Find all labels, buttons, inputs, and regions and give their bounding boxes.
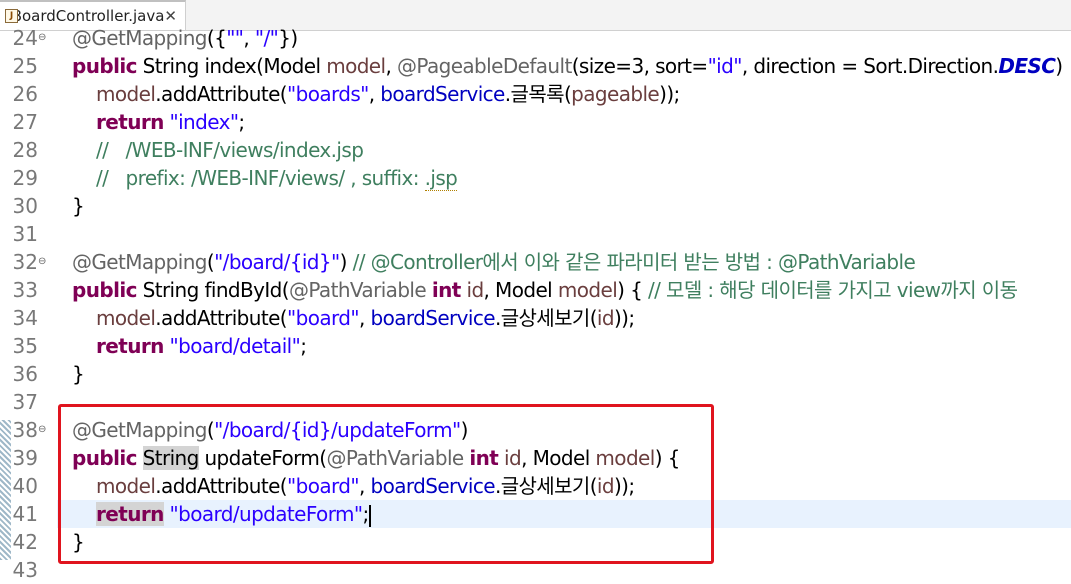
line-number: 31 xyxy=(12,222,38,246)
code-line: // prefix: /WEB-INF/views/ , suffix: .js… xyxy=(96,166,458,191)
code-line: @GetMapping({"", "/"}) xyxy=(72,26,298,50)
line-number: 28 xyxy=(12,138,38,162)
java-file-icon: J xyxy=(4,8,18,24)
line-number: 40 xyxy=(12,474,38,498)
line-number: 25 xyxy=(12,54,38,78)
close-icon[interactable]: ✕ xyxy=(164,7,177,25)
code-line: } xyxy=(72,194,85,218)
line-number: 41 xyxy=(12,502,38,526)
line-number: 39 xyxy=(12,446,38,470)
line-number: 38 xyxy=(12,418,38,442)
line-number: 42 xyxy=(12,530,38,554)
code-line: model.addAttribute("boards", boardServic… xyxy=(96,82,680,106)
code-line: public String findById(@PathVariable int… xyxy=(72,278,1018,302)
code-line: model.addAttribute("board", boardService… xyxy=(96,306,635,330)
line-number: 35 xyxy=(12,334,38,358)
code-line: // /WEB-INF/views/index.jsp xyxy=(96,138,364,162)
line-number: 29 xyxy=(12,166,38,190)
line-number: 43 xyxy=(12,558,38,582)
red-highlight-box xyxy=(58,404,714,564)
line-number: 32 xyxy=(12,250,38,274)
fold-icon[interactable]: ⊖ xyxy=(38,24,46,52)
line-number: 24 xyxy=(12,26,38,50)
line-number: 34 xyxy=(12,306,38,330)
fold-icon[interactable]: ⊖ xyxy=(38,248,46,276)
tab-title: BoardController.java xyxy=(11,7,165,25)
line-number: 36 xyxy=(12,362,38,386)
code-line: return "board/detail"; xyxy=(96,334,307,358)
code-line: } xyxy=(72,362,85,386)
line-number: 26 xyxy=(12,82,38,106)
code-line: public String index(Model model, @Pageab… xyxy=(72,54,1063,78)
line-number: 30 xyxy=(12,194,38,218)
fold-icon[interactable]: ⊖ xyxy=(38,416,46,444)
code-line: @GetMapping("/board/{id}") // @Controlle… xyxy=(72,250,916,274)
line-number: 27 xyxy=(12,110,38,134)
code-editor[interactable]: 24 ⊖ 25 26 27 28 29 30 31 32 ⊖ 33 34 35 36… xyxy=(0,26,1071,582)
line-number: 33 xyxy=(12,278,38,302)
code-line: return "index"; xyxy=(96,110,245,134)
line-number: 37 xyxy=(12,390,38,414)
